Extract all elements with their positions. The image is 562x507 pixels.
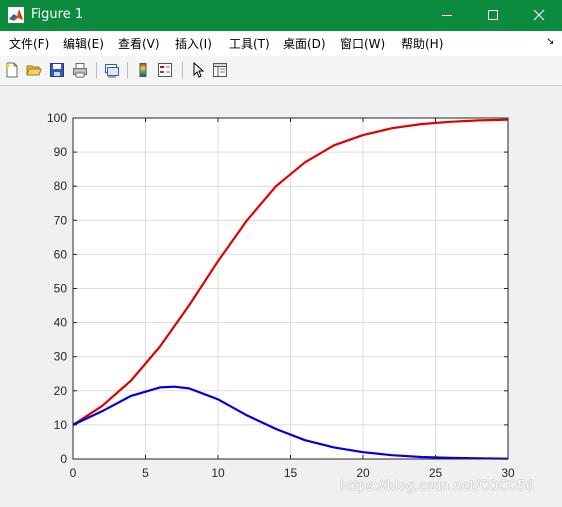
toolbar-separator <box>96 62 97 79</box>
close-icon <box>533 9 545 21</box>
minimize-icon <box>442 15 452 16</box>
edit-plot-button[interactable] <box>188 60 208 80</box>
line-chart: 0 5 10 15 20 25 30 0 10 20 30 40 50 60 70 80 90 100 <box>47 111 515 480</box>
property-editor-icon <box>213 63 227 77</box>
x-tick-label: 10 <box>211 466 225 480</box>
property-editor-button[interactable] <box>210 60 230 80</box>
maximize-icon <box>488 10 498 20</box>
link-plot-icon <box>105 64 119 78</box>
menu-view[interactable]: 查看(V) <box>118 37 160 51</box>
link-plot-button[interactable] <box>102 60 122 80</box>
print-icon <box>73 63 87 78</box>
title-bar: Figure 1 <box>0 0 562 31</box>
y-tick-label: 10 <box>54 418 68 432</box>
y-tick-label: 0 <box>60 452 67 466</box>
insert-colorbar-button[interactable] <box>133 60 153 80</box>
y-tick-label: 40 <box>54 316 68 330</box>
menu-file[interactable]: 文件(F) <box>9 37 49 51</box>
menu-bar: 文件(F) 编辑(E) 查看(V) 插入(I) 工具(T) 桌面(D) 窗口(W… <box>0 31 562 56</box>
print-button[interactable] <box>70 60 90 80</box>
x-tick-label: 0 <box>70 466 77 480</box>
x-tick-label: 30 <box>501 466 515 480</box>
menu-desktop[interactable]: 桌面(D) <box>283 37 326 51</box>
save-icon <box>50 63 64 77</box>
y-tick-label: 80 <box>54 179 68 193</box>
x-tick-label: 20 <box>356 466 370 480</box>
y-tick-label: 70 <box>54 213 68 227</box>
close-button[interactable] <box>516 0 562 31</box>
open-file-icon <box>26 65 42 76</box>
y-tick-label: 50 <box>54 282 68 296</box>
toolbar <box>0 56 562 86</box>
new-figure-button[interactable] <box>2 60 22 80</box>
y-tick-label: 20 <box>54 384 68 398</box>
x-tick-label: 15 <box>284 466 298 480</box>
y-tick-label: 30 <box>54 350 68 364</box>
menu-insert[interactable]: 插入(I) <box>175 37 212 51</box>
new-figure-icon <box>5 62 18 78</box>
insert-colorbar-icon <box>139 63 147 77</box>
save-button[interactable] <box>47 60 67 80</box>
watermark: https://blog.csdn.net/COCO56 <box>340 479 535 494</box>
open-file-button[interactable] <box>24 60 44 80</box>
maximize-button[interactable] <box>470 0 516 31</box>
figure-canvas[interactable]: 0 5 10 15 20 25 30 0 10 20 30 40 50 60 70 80 90 100 <box>1 86 561 506</box>
matlab-logo-icon <box>8 7 24 23</box>
x-tick-label: 5 <box>142 466 149 480</box>
dock-arrow-icon[interactable]: ↘ <box>546 36 554 47</box>
insert-legend-icon <box>158 63 172 77</box>
window-title: Figure 1 <box>31 7 84 22</box>
menu-help[interactable]: 帮助(H) <box>401 37 443 51</box>
insert-legend-button[interactable] <box>155 60 175 80</box>
y-tick-label: 60 <box>54 247 68 261</box>
menu-window[interactable]: 窗口(W) <box>340 37 385 51</box>
toolbar-separator <box>182 62 183 79</box>
minimize-button[interactable] <box>424 0 470 31</box>
y-tick-label: 100 <box>47 111 67 125</box>
y-tick-label: 90 <box>54 145 68 159</box>
menu-edit[interactable]: 编辑(E) <box>63 37 104 51</box>
toolbar-separator <box>127 62 128 79</box>
x-tick-label: 25 <box>429 466 443 480</box>
edit-plot-pointer-icon <box>193 62 205 78</box>
menu-tools[interactable]: 工具(T) <box>229 37 270 51</box>
